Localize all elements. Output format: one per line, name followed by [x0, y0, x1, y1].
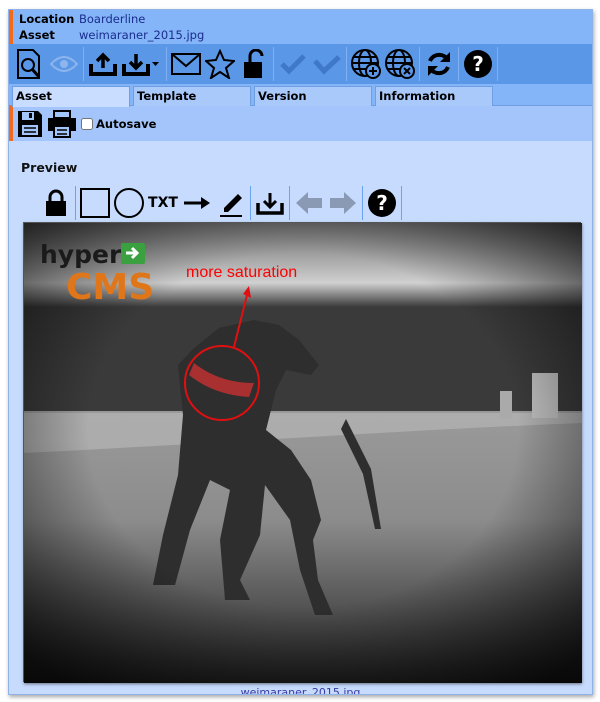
preview-image[interactable]: more saturation hyper CMS: [23, 222, 582, 683]
logo-hyper: hyper: [40, 240, 122, 269]
annotation-toolbar: TXT ?: [39, 185, 404, 221]
lock-icon[interactable]: [39, 185, 73, 221]
mail-icon[interactable]: [169, 46, 203, 82]
asset-value: weimaraner_2015.jpg: [79, 28, 205, 42]
help-icon[interactable]: ?: [461, 46, 495, 82]
autosave-checkbox[interactable]: Autosave: [81, 117, 156, 131]
asset-window: Location Boarderline Asset weimaraner_2015…: [8, 9, 593, 695]
tab-information[interactable]: Information: [375, 86, 493, 106]
star-icon[interactable]: [203, 46, 237, 82]
tab-template[interactable]: Template: [133, 86, 251, 106]
pen-tool-icon[interactable]: [214, 185, 248, 221]
image-caption: weimaraner_2015.jpg: [240, 686, 361, 695]
circle-tool-icon[interactable]: [112, 185, 146, 221]
download-dropdown-icon[interactable]: [120, 46, 164, 82]
print-icon[interactable]: [45, 106, 79, 142]
download-icon[interactable]: [253, 185, 287, 221]
redo-arrow-icon[interactable]: [326, 185, 360, 221]
preview-title: Preview: [21, 160, 78, 175]
logo-cms: CMS: [66, 267, 154, 308]
tab-bar: Asset Template Version Information: [9, 84, 592, 107]
tab-version[interactable]: Version: [254, 86, 372, 106]
upload-icon[interactable]: [86, 46, 120, 82]
text-tool[interactable]: TXT: [146, 185, 180, 221]
preview-search-icon[interactable]: [13, 46, 47, 82]
eye-icon[interactable]: [47, 46, 81, 82]
unlock-icon[interactable]: [237, 46, 271, 82]
svg-text:?: ?: [376, 191, 388, 215]
check-arrow-icon[interactable]: [310, 46, 344, 82]
arrow-tool-icon[interactable]: [180, 185, 214, 221]
refresh-icon[interactable]: [422, 46, 456, 82]
asset-info: Location Boarderline Asset weimaraner_2015…: [9, 10, 592, 44]
tab-asset[interactable]: Asset: [12, 86, 130, 107]
location-value: Boarderline: [79, 12, 146, 26]
location-label: Location: [19, 12, 75, 26]
asset-toolbar: Autosave: [9, 105, 592, 141]
main-toolbar: ?: [9, 44, 592, 84]
autosave-input[interactable]: [81, 117, 93, 130]
asset-label: Asset: [19, 28, 55, 42]
annotation-help-icon[interactable]: ?: [365, 185, 399, 221]
undo-arrow-icon[interactable]: [292, 185, 326, 221]
save-icon[interactable]: [15, 106, 45, 142]
checkmark-icon[interactable]: [276, 46, 310, 82]
annotation-text: more saturation: [186, 264, 297, 281]
rectangle-tool-icon[interactable]: [78, 185, 112, 221]
autosave-label: Autosave: [96, 116, 157, 131]
globe-remove-icon[interactable]: [383, 46, 417, 82]
svg-text:?: ?: [472, 52, 484, 76]
globe-add-icon[interactable]: [349, 46, 383, 82]
